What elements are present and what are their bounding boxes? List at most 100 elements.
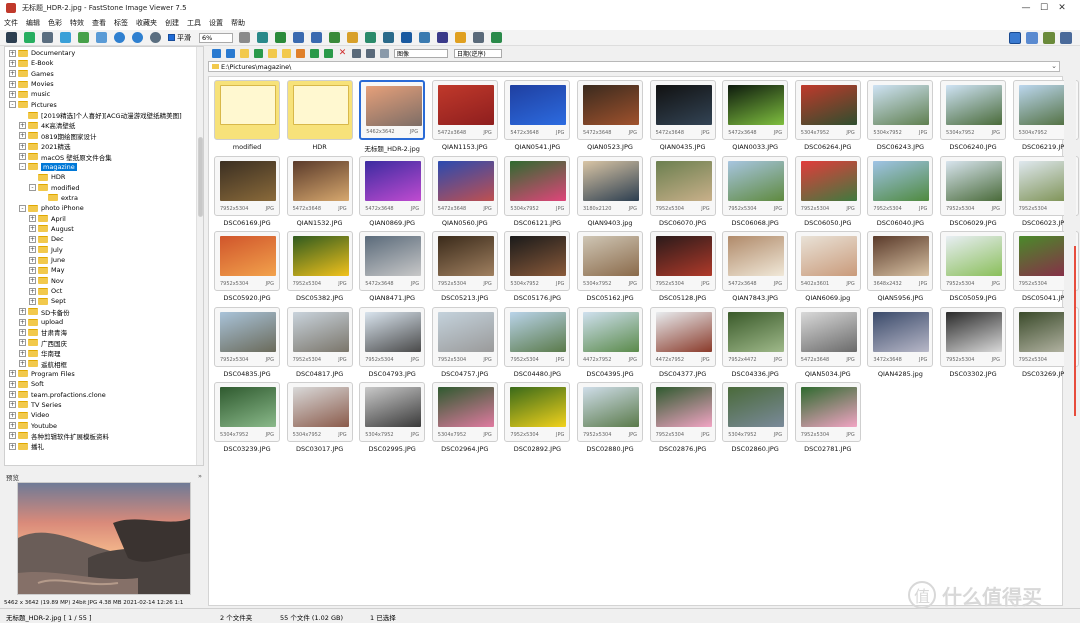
thumbnail-caption[interactable]: DSC04793.JPG <box>356 370 428 378</box>
image-thumbnail[interactable]: 7952x5304 JPG <box>722 155 789 216</box>
tree-item[interactable]: + August <box>29 224 74 234</box>
smooth-checkbox[interactable] <box>168 34 175 41</box>
tree-item[interactable]: + 广西国庆 <box>19 338 67 348</box>
thumbnail-caption[interactable]: QIAN0435.JPG <box>647 143 719 151</box>
expand-icon[interactable]: + <box>19 360 26 367</box>
image-thumbnail[interactable]: 7952x5304 JPG <box>286 306 353 367</box>
image-thumbnail[interactable]: 7952x5304 JPG <box>577 382 643 442</box>
thumbnail-caption[interactable]: DSC02880.JPG <box>574 445 646 453</box>
print-icon[interactable] <box>78 32 89 43</box>
menu-favorites[interactable]: 收藏夹 <box>136 18 157 28</box>
thumbnail-caption[interactable]: DSC05382.JPG <box>284 294 356 302</box>
favorites-icon[interactable] <box>296 48 305 58</box>
expand-icon[interactable]: + <box>19 328 26 336</box>
menu-tools[interactable]: 工具 <box>187 18 201 28</box>
layout-image-icon[interactable] <box>1043 32 1055 44</box>
tree-item[interactable]: + Youtube <box>9 421 57 431</box>
expand-icon[interactable]: + <box>29 287 36 295</box>
tree-item[interactable]: + Soft <box>9 379 44 389</box>
thumbnail-caption[interactable]: QIAN5034.JPG <box>792 370 864 378</box>
expand-icon[interactable]: + <box>19 153 26 160</box>
image-thumbnail[interactable]: 7952x5304 JPG <box>359 306 426 367</box>
menu-effects[interactable]: 特效 <box>70 18 84 28</box>
image-thumbnail[interactable]: 7952x5304 JPG <box>214 231 280 291</box>
thumbnail-caption[interactable]: QIAN0541.JPG <box>501 143 573 151</box>
sort-order-select[interactable]: 日期(逆序) <box>454 48 502 58</box>
layout-browser-icon[interactable] <box>1009 32 1021 44</box>
thumbnail-caption[interactable]: DSC06121.JPG <box>501 219 573 227</box>
tree-item[interactable]: + Video <box>9 410 49 420</box>
layout-details-icon[interactable] <box>1026 32 1038 44</box>
thumbnail-view-icon[interactable] <box>366 48 375 58</box>
thumbnail-caption[interactable]: DSC02860.JPG <box>719 445 791 453</box>
thumbnail-caption[interactable]: QIAN8471.JPG <box>356 294 428 302</box>
image-thumbnail[interactable]: 7952x5304 JPG <box>504 306 571 367</box>
collapse-icon[interactable]: - <box>19 163 26 171</box>
tree-scrollbar[interactable] <box>196 47 203 465</box>
expand-icon[interactable]: + <box>29 246 36 254</box>
image-thumbnail[interactable]: 7952x5304 JPG <box>431 231 498 291</box>
image-thumbnail[interactable]: 7952x5304 JPG <box>504 382 571 442</box>
rotate-left-icon[interactable] <box>293 32 304 43</box>
new-folder-icon[interactable] <box>254 48 263 58</box>
collapse-icon[interactable]: - <box>29 184 36 192</box>
thumbnail-caption[interactable]: DSC03017.JPG <box>284 445 356 453</box>
expand-icon[interactable]: + <box>9 70 16 78</box>
expand-icon[interactable]: + <box>29 297 36 305</box>
image-thumbnail[interactable]: 5304x7952 JPG <box>867 80 934 140</box>
expand-icon[interactable]: + <box>9 380 16 388</box>
thumbnail-caption[interactable]: DSC06068.JPG <box>719 219 791 227</box>
expand-icon[interactable]: + <box>9 370 16 378</box>
delete-icon[interactable]: ✕ <box>338 48 347 58</box>
thumbnail-caption[interactable]: QIAN0523.JPG <box>574 143 646 151</box>
tree-item[interactable]: + macOS 壁纸原文件合集 <box>19 152 112 162</box>
tree-item[interactable]: + Games <box>9 69 54 79</box>
thumbnail-caption[interactable]: DSC02876.JPG <box>647 445 719 453</box>
image-thumbnail[interactable]: 5472x3648 JPG <box>722 231 789 291</box>
image-thumbnail[interactable]: 5402x3601 JPG <box>794 231 861 291</box>
thumbnail-caption[interactable]: DSC05128.JPG <box>647 294 719 302</box>
rotate-right-icon[interactable] <box>311 32 322 43</box>
image-thumbnail[interactable]: 5304x7952 JPG <box>504 231 571 291</box>
color-icon[interactable] <box>365 32 376 43</box>
chevron-down-icon[interactable]: ⌄ <box>1051 62 1057 70</box>
back-arrow-icon[interactable] <box>212 48 221 58</box>
batch-icon[interactable] <box>437 32 448 43</box>
expand-icon[interactable]: + <box>29 256 36 264</box>
tag-icon[interactable] <box>324 48 333 58</box>
thumbnail-caption[interactable]: QIAN9403.jpg <box>574 219 646 227</box>
thumbnail-caption[interactable]: DSC04336.JPG <box>719 370 791 378</box>
folder-thumbnail[interactable] <box>286 80 353 140</box>
file-filter-select[interactable]: 图像 <box>394 48 448 58</box>
menu-file[interactable]: 文件 <box>4 18 18 28</box>
image-thumbnail[interactable]: 5304x7952 JPG <box>722 382 789 442</box>
parent-folder-icon[interactable] <box>240 48 249 58</box>
image-thumbnail[interactable]: 3648x2432 JPG <box>867 231 934 291</box>
image-thumbnail[interactable]: 5472x3648 JPG <box>359 231 426 291</box>
image-thumbnail[interactable]: 7952x5304 JPG <box>649 382 716 442</box>
thumbnail-caption[interactable]: DSC06264.JPG <box>792 143 864 151</box>
image-thumbnail[interactable]: 5472x3648 JPG <box>286 155 353 216</box>
settings-icon[interactable] <box>491 32 502 43</box>
image-thumbnail[interactable]: 5304x7952 JPG <box>286 382 353 442</box>
move-to-icon[interactable] <box>282 48 291 58</box>
thumbnail-caption[interactable]: 无标题_HDR-2.jpg <box>356 143 428 153</box>
menu-settings[interactable]: 设置 <box>209 18 223 28</box>
image-thumbnail[interactable]: 5304x7952 JPG <box>359 382 426 442</box>
adjust-icon[interactable] <box>347 32 358 43</box>
tree-item[interactable]: + Oct <box>29 286 62 296</box>
address-bar[interactable]: E:\Pictures\magazine\ ⌄ <box>208 61 1060 72</box>
grid-scrollbar[interactable] <box>1064 76 1076 606</box>
expand-icon[interactable]: + <box>9 49 16 57</box>
expand-icon[interactable]: + <box>9 422 16 430</box>
thumbnail-caption[interactable]: DSC06169.JPG <box>211 219 283 227</box>
tree-item[interactable]: + upload <box>19 317 63 327</box>
expand-icon[interactable]: + <box>29 266 36 274</box>
image-thumbnail[interactable]: 5304x7952 JPG <box>504 155 571 216</box>
tree-scroll-thumb[interactable] <box>198 137 203 217</box>
save-as-icon[interactable] <box>60 32 71 43</box>
image-thumbnail[interactable]: 7952x5304 JPG <box>940 231 1006 291</box>
list-view-icon[interactable] <box>380 48 389 58</box>
expand-icon[interactable]: + <box>19 339 26 347</box>
collapse-icon[interactable]: - <box>19 204 26 212</box>
